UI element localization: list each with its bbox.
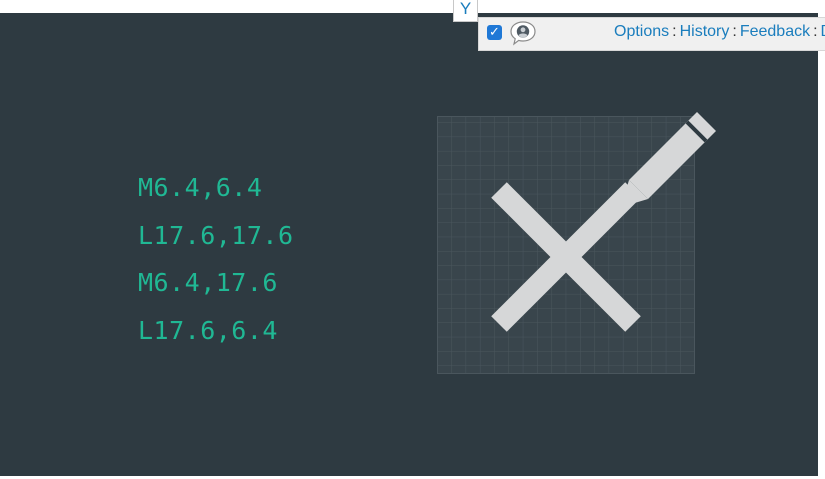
feedback-link[interactable]: Feedback xyxy=(740,23,810,40)
link-separator: : xyxy=(732,23,737,40)
enable-checkbox[interactable]: ✓ xyxy=(487,25,502,40)
path-command-line: L17.6,17.6 xyxy=(138,220,294,250)
truncated-link[interactable]: D xyxy=(821,23,825,40)
avatar-speech-bubble-icon[interactable] xyxy=(509,19,537,47)
collapsed-tab[interactable]: Y xyxy=(453,0,478,22)
tab-label: Y xyxy=(459,0,472,18)
toolbar-links: Options:History:Feedback:D xyxy=(614,23,825,41)
extension-toolbar: ✓ Options:History:Feedback:D xyxy=(478,17,825,51)
page: M6.4,6.4 L17.6,17.6 M6.4,17.6 L17.6,6.4 xyxy=(0,0,825,479)
path-command-line: M6.4,6.4 xyxy=(138,173,263,202)
path-command-line: M6.4,17.6 xyxy=(138,268,278,297)
history-link[interactable]: History xyxy=(680,23,730,40)
checkmark-icon: ✓ xyxy=(489,25,500,40)
svg-path-commands: M6.4,6.4 L17.6,17.6 M6.4,17.6 L17.6,6.4 xyxy=(138,170,294,360)
close-x-with-pencil-icon xyxy=(437,112,716,374)
link-separator: : xyxy=(672,23,677,40)
options-link[interactable]: Options xyxy=(614,23,669,40)
hero-banner: M6.4,6.4 L17.6,17.6 M6.4,17.6 L17.6,6.4 xyxy=(0,13,818,476)
path-command-line: L17.6,6.4 xyxy=(138,315,278,345)
link-separator: : xyxy=(813,23,818,40)
